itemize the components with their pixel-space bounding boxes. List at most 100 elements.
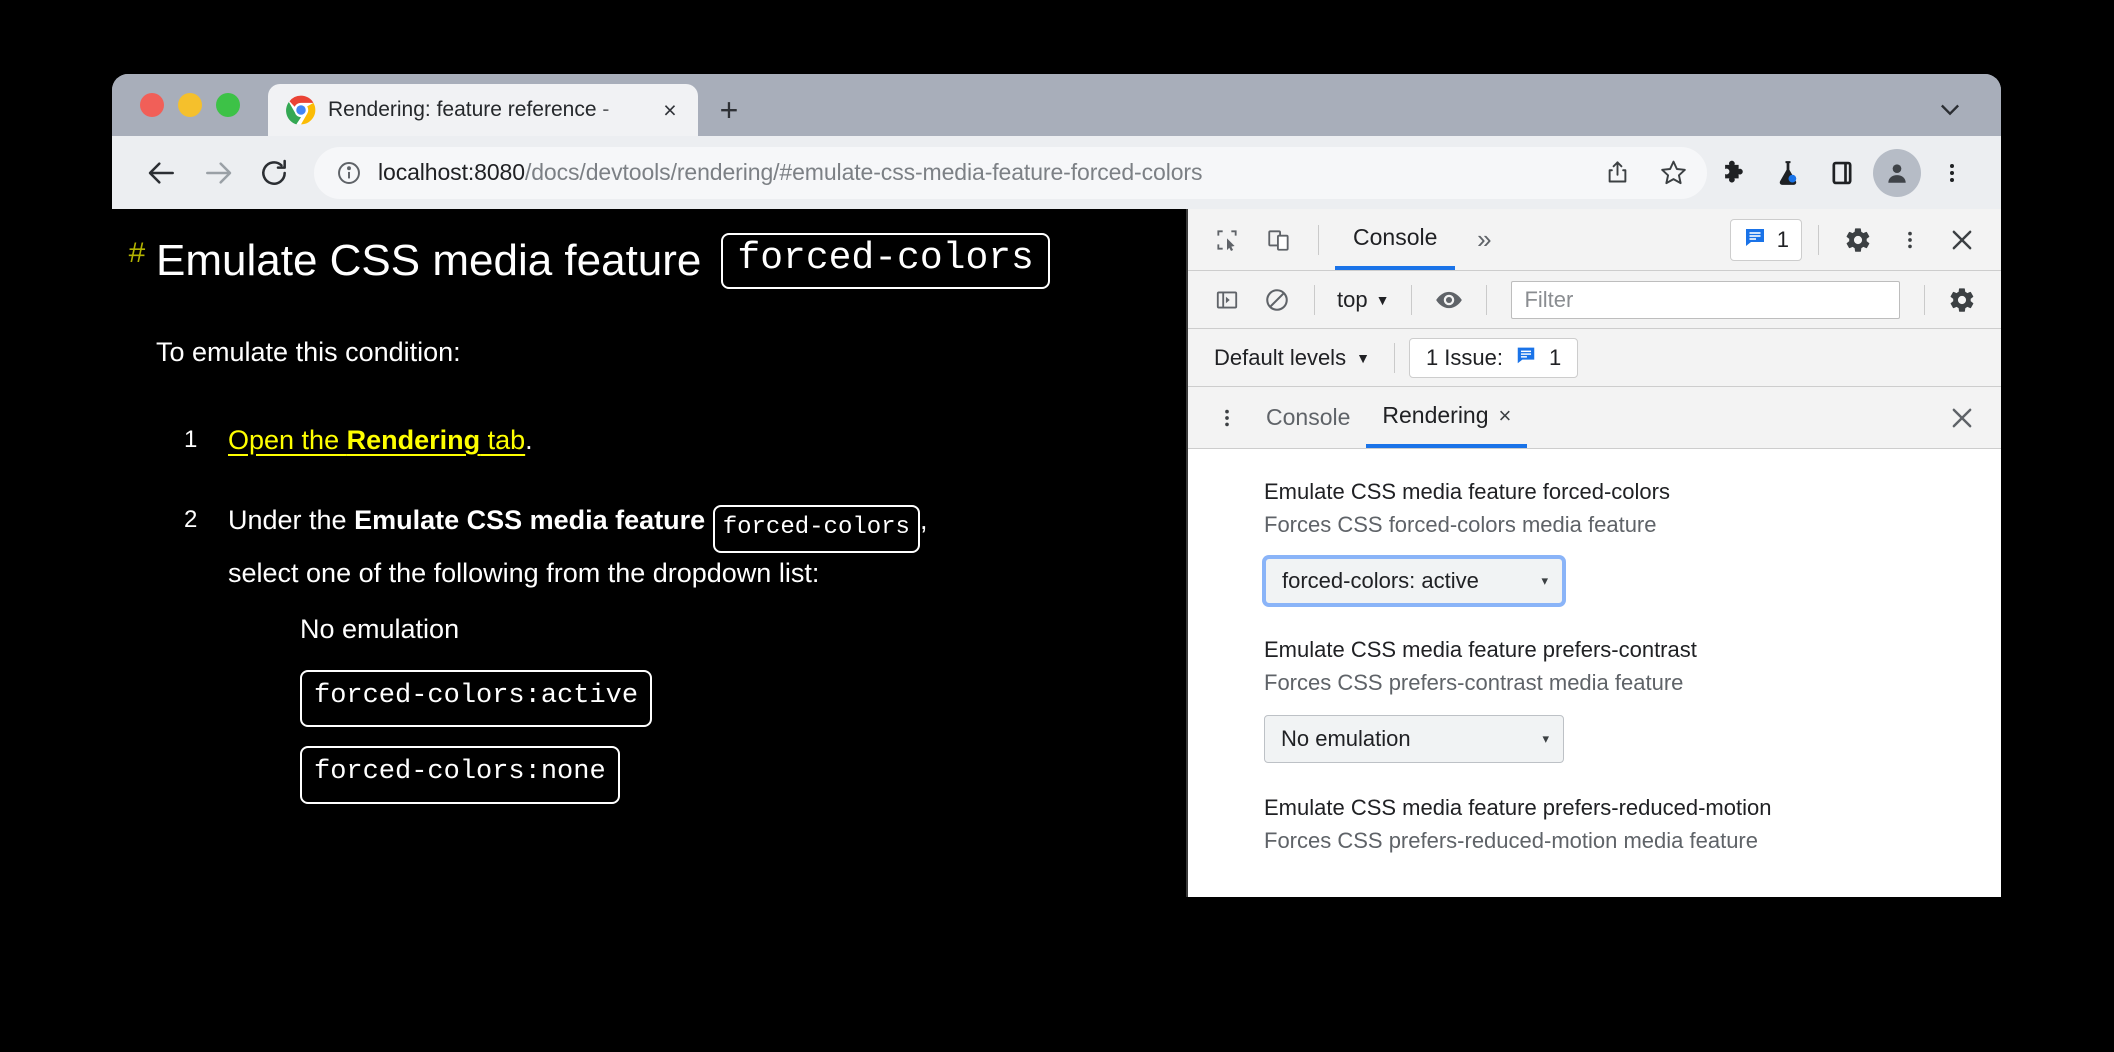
toolbar-divider [1818,224,1819,255]
step2-prefix: Under the [228,504,355,535]
three-dot-menu-icon[interactable] [1925,146,1979,200]
star-icon[interactable] [1653,153,1693,193]
clear-console-icon[interactable] [1254,277,1300,323]
window-minimize-button[interactable] [178,93,202,117]
chrome-logo-icon [286,95,316,125]
page-intro-text: To emulate this condition: [156,336,461,367]
page-content: # Emulate CSS media feature forced-color… [112,209,1188,897]
console-filter-toolbar: top ▼ [1188,271,2001,329]
drawer-tab-console[interactable]: Console [1250,387,1366,448]
setting-description: Forces CSS forced-colors media feature [1264,512,1657,537]
info-circle-icon[interactable] [336,160,362,186]
prefers-contrast-select[interactable]: No emulation ▾ [1264,715,1564,763]
list-item-body: Open the Rendering tab. [228,420,533,462]
side-panel-icon[interactable] [1815,146,1869,200]
gear-icon[interactable] [1835,217,1881,263]
reload-icon[interactable] [246,145,302,201]
window-close-button[interactable] [140,93,164,117]
drawer-tab-close-icon[interactable]: × [1499,403,1512,429]
list-item: No emulation [300,609,927,651]
link-suffix: tab [480,424,526,455]
list-item-number: 2 [184,505,198,533]
more-panels-icon[interactable]: » [1461,217,1507,263]
rendering-setting-prefers-contrast: Emulate CSS media feature prefers-contra… [1264,633,2001,763]
share-icon[interactable] [1597,153,1637,193]
select-value: No emulation [1281,726,1411,751]
search-input[interactable] [1511,280,1900,319]
forced-colors-select[interactable]: forced-colors: active ▾ [1264,557,1564,605]
issue-message-icon [1743,225,1767,255]
list-item-body: Under the Emulate CSS media feature forc… [228,500,927,823]
tab-strip: Rendering: feature reference - × + [112,74,2001,136]
tab-console[interactable]: Console [1335,209,1456,270]
issue-counter-button[interactable]: 1 Issue: 1 [1408,337,1579,378]
chevron-down-icon: ▼ [1375,291,1390,308]
link-bold: Rendering [346,424,481,455]
close-icon[interactable] [1939,395,1985,441]
drawer-tab-bar: Console Rendering × [1188,387,2001,449]
close-icon[interactable] [1939,217,1985,263]
dropdown-options-list: No emulation forced-colors:active forced… [228,595,927,805]
list-item: forced-colors:none [300,745,927,805]
forward-arrow-icon[interactable] [190,145,246,201]
option-label: forced-colors:active [300,669,653,728]
gear-icon[interactable] [1939,277,1985,323]
puzzle-piece-icon[interactable] [1707,146,1761,200]
setting-description: Forces CSS prefers-contrast media featur… [1264,670,1684,695]
flask-icon[interactable] [1761,146,1815,200]
log-levels-selector[interactable]: Default levels ▼ [1204,345,1380,371]
drawer-tab-label: Rendering [1382,402,1489,428]
select-value: forced-colors: active [1282,568,1479,593]
toolbar-divider [1486,284,1488,315]
list-item: 1 Open the Rendering tab. [112,420,1186,462]
toolbar-divider [1393,342,1395,373]
browser-window: Rendering: feature reference - × + local… [112,74,2001,897]
log-levels-label: Default levels [1214,344,1347,370]
setting-description: Forces CSS prefers-reduced-motion media … [1264,828,1758,853]
context-selector[interactable]: top ▼ [1329,287,1397,313]
link-prefix: Open the [228,424,347,455]
context-label: top [1337,286,1368,312]
three-dot-menu-icon[interactable] [1204,395,1250,441]
window-maximize-button[interactable] [216,93,240,117]
tab-close-button[interactable]: × [656,96,684,124]
step2-comma: , [919,504,928,535]
step2-line2: select one of the following from the dro… [228,557,820,588]
rendering-setting-prefers-reduced-motion: Emulate CSS media feature prefers-reduce… [1264,791,2001,857]
three-dot-menu-icon[interactable] [1887,217,1933,263]
person-avatar-icon[interactable] [1873,148,1921,197]
rendering-setting-forced-colors: Emulate CSS media feature forced-colors … [1264,475,2001,605]
option-label: No emulation [300,613,460,644]
chevron-down-icon: ▾ [1542,731,1549,746]
page-title-text: Emulate CSS media feature [156,235,702,285]
toolbar-divider [1318,224,1319,255]
issues-badge[interactable]: 1 [1729,218,1802,261]
rendering-tab-link[interactable]: Open the Rendering tab [228,425,525,455]
drawer-tab-rendering[interactable]: Rendering × [1366,387,1528,448]
setting-title: Emulate CSS media feature prefers-reduce… [1264,795,1772,820]
chevron-down-icon[interactable] [1933,92,1967,126]
inspect-element-icon[interactable] [1204,217,1250,263]
tab-title: Rendering: feature reference - [328,98,610,121]
page-title: # Emulate CSS media feature forced-color… [112,219,1186,289]
console-sidebar-icon[interactable] [1204,277,1250,323]
live-expression-icon[interactable] [1426,277,1472,323]
new-tab-button[interactable]: + [704,84,754,136]
list-item: forced-colors:active [300,669,927,728]
page-steps-list: 1 Open the Rendering tab. 2 Under the Em… [112,368,1186,822]
back-arrow-icon[interactable] [134,145,190,201]
toolbar-divider [1314,284,1315,315]
window-traffic-lights [140,74,268,136]
url-host: localhost:8080 [378,159,525,185]
rendering-panel-content: Emulate CSS media feature forced-colors … [1188,449,2001,897]
browser-tab[interactable]: Rendering: feature reference - × [268,84,698,136]
toolbar-divider [1924,284,1925,315]
issue-counter-count: 1 [1548,344,1562,370]
viewport: # Emulate CSS media feature forced-color… [112,209,2001,897]
toolbar-divider [1411,284,1413,315]
devtools-main-toolbar: Console » 1 [1188,209,2001,271]
device-toolbar-icon[interactable] [1256,217,1302,263]
anchor-link-icon[interactable]: # [128,240,146,270]
step2-bold: Emulate CSS media feature [354,504,706,535]
address-bar[interactable]: localhost:8080/docs/devtools/rendering/#… [314,146,1707,199]
